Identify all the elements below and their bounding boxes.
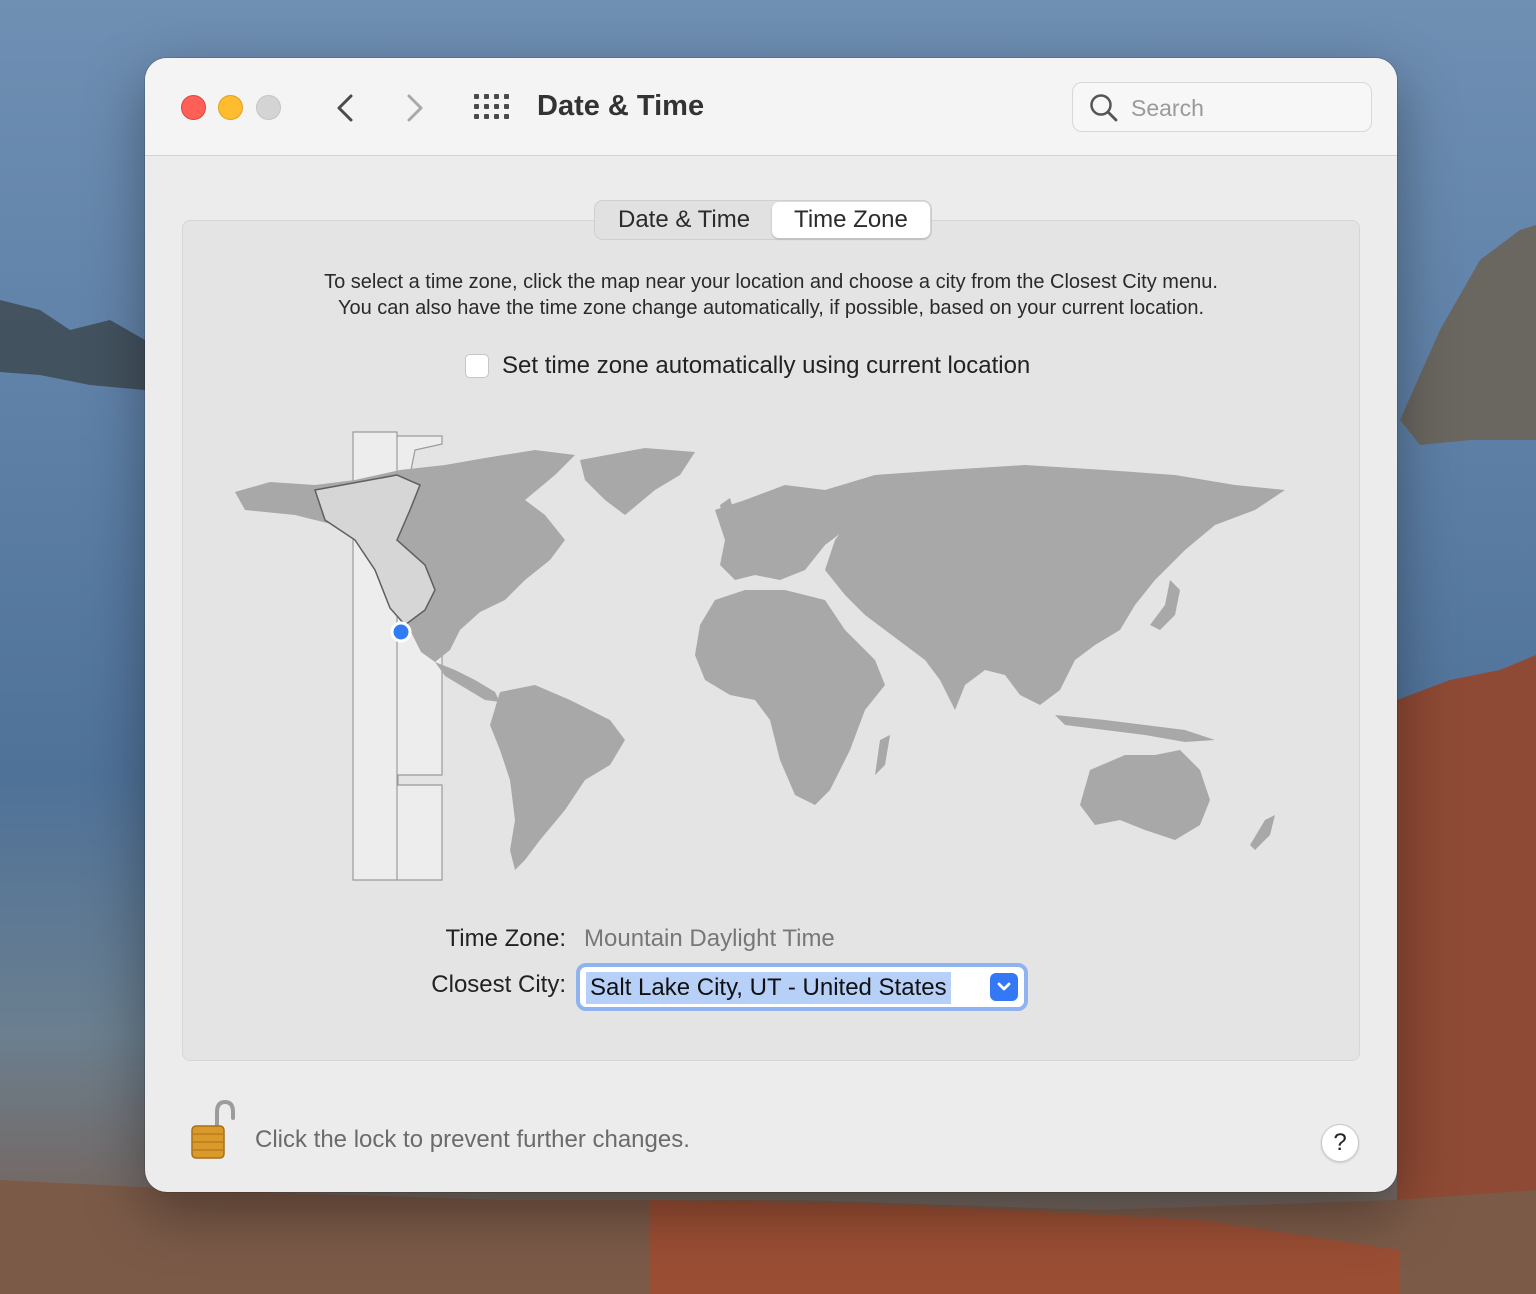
window-title: Date & Time: [537, 90, 705, 122]
japan-shape: [1150, 580, 1180, 630]
world-time-zone-map[interactable]: [225, 430, 1320, 890]
instructions-text: To select a time zone, click the map nea…: [205, 269, 1337, 321]
tab-bar: Date & Time Time Zone: [594, 200, 932, 240]
preferences-window: Date & Time Date & Time Time Zone To sel…: [145, 58, 1397, 1192]
zoom-button[interactable]: [256, 95, 281, 120]
chevron-down-icon[interactable]: [990, 973, 1018, 1001]
search-icon: [1090, 94, 1118, 122]
titlebar: Date & Time: [145, 58, 1397, 156]
chevron-left-icon[interactable]: [325, 88, 365, 128]
closest-city-label: Closest City:: [431, 971, 566, 998]
tab-date-and-time[interactable]: Date & Time: [596, 202, 772, 238]
auto-timezone-label[interactable]: Set time zone automatically using curren…: [502, 352, 1030, 380]
south-america-shape: [490, 685, 625, 870]
australia-shape: [1080, 750, 1210, 840]
auto-timezone-checkbox[interactable]: [465, 354, 489, 378]
location-dot-icon: [390, 621, 412, 643]
central-america-shape: [435, 662, 500, 702]
minimize-button[interactable]: [218, 95, 243, 120]
asia-shape: [825, 465, 1285, 710]
indonesia-shape: [1055, 715, 1215, 742]
chevron-right-icon[interactable]: [395, 88, 435, 128]
help-button[interactable]: ?: [1321, 1124, 1359, 1162]
greenland-shape: [580, 448, 695, 515]
closest-city-combobox[interactable]: Salt Lake City, UT - United States: [576, 963, 1028, 1011]
grid-icon[interactable]: [474, 94, 510, 120]
close-button[interactable]: [181, 95, 206, 120]
instructions-line-2: You can also have the time zone change a…: [337, 297, 1205, 319]
closest-city-value[interactable]: Salt Lake City, UT - United States: [586, 972, 951, 1004]
unlocked-padlock-icon[interactable]: [189, 1098, 239, 1162]
time-zone-value: Mountain Daylight Time: [584, 925, 835, 952]
new-zealand-shape: [1250, 815, 1275, 850]
tab-time-zone[interactable]: Time Zone: [772, 202, 930, 238]
lock-status-text: Click the lock to prevent further change…: [255, 1126, 690, 1153]
search-field[interactable]: [1072, 82, 1372, 132]
auto-timezone-row: Set time zone automatically using curren…: [465, 351, 1030, 381]
time-zone-label: Time Zone:: [445, 925, 566, 952]
search-input[interactable]: [1129, 91, 1363, 125]
madagascar-shape: [875, 735, 890, 775]
africa-shape: [695, 590, 885, 805]
instructions-line-1: To select a time zone, click the map nea…: [324, 271, 1218, 293]
